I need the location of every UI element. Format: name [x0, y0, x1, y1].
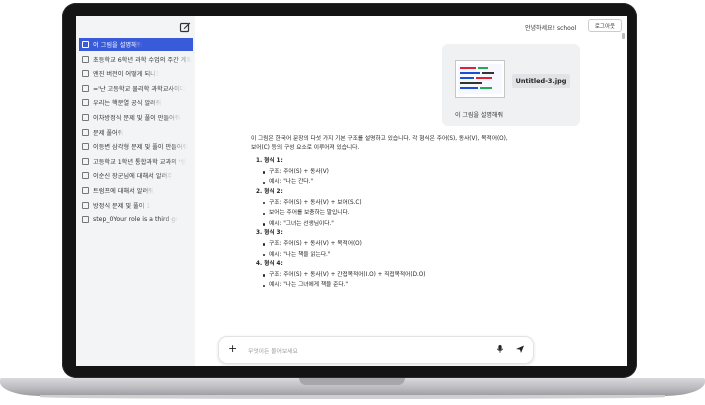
- chat-checkbox-icon: [82, 70, 89, 78]
- sidebar-item-label: 이순신 장군님에 대해서 알려주: [93, 173, 173, 181]
- scrollbar[interactable]: [622, 33, 625, 39]
- section-bullet: 보어는 주어를 보충하는 말입니다.: [251, 209, 551, 218]
- chat-checkbox-icon: [82, 41, 89, 48]
- plus-icon[interactable]: +: [228, 342, 237, 356]
- chat-checkbox-icon: [82, 99, 89, 107]
- sidebar-item-label: 우리는 핵분열 공식 알려줘: [93, 100, 162, 108]
- chat-checkbox-icon: [82, 201, 89, 209]
- sidebar-chat-item[interactable]: 트럼프에 대해서 알려줘: [79, 184, 193, 197]
- attachment-filename: Untitled-3.jpg: [512, 74, 570, 88]
- chat-checkbox-icon: [82, 114, 89, 121]
- logout-button[interactable]: 로그아웃: [588, 19, 622, 32]
- section-bullet: 예시: "그녀는 선생님이다.": [251, 220, 551, 229]
- send-icon[interactable]: [515, 344, 525, 354]
- greeting-text: 안녕하세요! school: [525, 23, 576, 32]
- greeting-label: 안녕하세요!: [525, 25, 556, 32]
- username-label: school: [556, 25, 577, 32]
- section-title: 4. 형식 4:: [256, 261, 283, 268]
- section-title: 1. 형식 1:: [256, 158, 283, 165]
- user-message: 이 그림을 설명해줘: [455, 112, 503, 119]
- section-bullet: 구조: 주어(S) + 동사(V) + 목적어(O): [251, 240, 551, 249]
- sidebar-item-label: 이 그림을 설명해줘: [93, 42, 143, 49]
- assistant-response: 이 그림은 한국어 문장의 다섯 가지 기본 구조를 설명하고 있습니다. 각 …: [251, 135, 551, 290]
- attachment-thumbnail[interactable]: [455, 60, 505, 98]
- chat-input-box[interactable]: + 무엇이든 물어보세요: [218, 336, 534, 364]
- section-bullet: 예시: "나는 그녀에게 책을 준다.": [251, 281, 551, 290]
- sidebar-chat-item[interactable]: step_0Your role is a third gr: [79, 213, 193, 226]
- section-bullet: 예시: "나는 간다.": [251, 178, 551, 187]
- intro-line: 보어(C) 등의 구성 요소로 이루어져 있습니다.: [251, 145, 360, 152]
- section-bullet: 구조: 주어(S) + 동사(V): [251, 168, 551, 177]
- sidebar-chat-item[interactable]: 문제 풀어줘: [79, 126, 193, 139]
- intro-line: 이 그림은 한국어 문장의 다섯 가지 기본 구조를 설명하고 있습니다. 각 …: [251, 136, 508, 142]
- sidebar-chat-item[interactable]: 초등학교 6학년 과학 수업의 주간 계획: [79, 53, 193, 66]
- sidebar-chat-item[interactable]: 고등학교 1학년 통합과학 교과의 '생: [79, 155, 193, 168]
- chat-checkbox-icon: [82, 157, 89, 165]
- edit-icon[interactable]: [179, 21, 191, 33]
- section-title: 2. 형식 2:: [256, 188, 283, 195]
- mic-icon[interactable]: [495, 344, 505, 354]
- response-intro: 이 그림은 한국어 문장의 다섯 가지 기본 구조를 설명하고 있습니다. 각 …: [251, 135, 551, 153]
- sidebar-item-label: 초등학교 6학년 과학 수업의 주간 계획: [93, 56, 193, 64]
- sidebar-item-label: 이등변 삼각형 문제 및 풀이 만들어줘: [93, 144, 189, 152]
- chat-checkbox-icon: [82, 143, 89, 151]
- sidebar-item-label: 고등학교 1학년 통합과학 교과의 '생: [93, 158, 187, 166]
- chat-checkbox-icon: [82, 187, 89, 194]
- sidebar-item-label: 엔진 버전이 어떻게 되니?: [93, 71, 160, 79]
- sidebar-chat-item[interactable]: 엔진 버전이 어떻게 되니?: [79, 67, 193, 80]
- sidebar-chat-item[interactable]: 우리는 핵분열 공식 알려줘: [79, 96, 193, 109]
- app-screen: 이 그림을 설명해줘 초등학교 6학년 과학 수업의 주간 계획 엔진 버전이 어떻…: [76, 16, 627, 366]
- chat-checkbox-icon: [82, 84, 89, 92]
- attachment-card[interactable]: Untitled-3.jpg 이 그림을 설명해줘: [442, 44, 580, 126]
- sidebar: 이 그림을 설명해줘초등학교 6학년 과학 수업의 주간 계획엔진 버전이 어떻…: [76, 16, 195, 366]
- chat-checkbox-icon: [82, 172, 89, 180]
- chat-checkbox-icon: [82, 55, 89, 63]
- sidebar-item-label: 문제 풀어줘: [93, 129, 124, 137]
- sidebar-item-label: 트럼프에 대해서 알려줘: [93, 188, 154, 195]
- sidebar-item-label: 방정식 문제 및 풀이 1: [93, 202, 151, 210]
- laptop-foot: [40, 395, 665, 399]
- sidebar-chat-item[interactable]: 이순신 장군님에 대해서 알려주: [79, 169, 193, 182]
- sidebar-chat-item[interactable]: 이등변 삼각형 문제 및 풀이 만들어줘: [79, 140, 193, 153]
- sidebar-chat-item[interactable]: 방정식 문제 및 풀이 1: [79, 199, 193, 212]
- section-title: 3. 형식 3:: [256, 230, 283, 237]
- section-bullet: 구조: 주어(S) + 동사(V) + 보어(S.C): [251, 199, 551, 208]
- sidebar-item-label: step_0Your role is a third gr: [93, 216, 178, 224]
- section-bullet: 구조: 주어(S) + 동사(V) + 간접목적어(I.O) + 직접목적어(D…: [251, 271, 551, 280]
- sidebar-chat-item[interactable]: 이 그림을 설명해줘: [79, 38, 193, 51]
- sidebar-item-label: 이차방정식 문제 및 풀이 만들어줘: [93, 115, 181, 122]
- sidebar-item-label: ='난 고등학교 물리학 과학교사이다: [93, 85, 186, 93]
- sidebar-chat-item[interactable]: 이차방정식 문제 및 풀이 만들어줘: [79, 111, 193, 124]
- sidebar-chat-item[interactable]: ='난 고등학교 물리학 과학교사이다: [79, 82, 193, 95]
- chat-checkbox-icon: [82, 128, 89, 136]
- chat-input[interactable]: 무엇이든 물어보세요: [248, 346, 298, 355]
- laptop-notch: [299, 378, 405, 385]
- section-bullet: 예시: "나는 책을 읽는다.": [251, 251, 551, 260]
- chat-checkbox-icon: [82, 216, 89, 224]
